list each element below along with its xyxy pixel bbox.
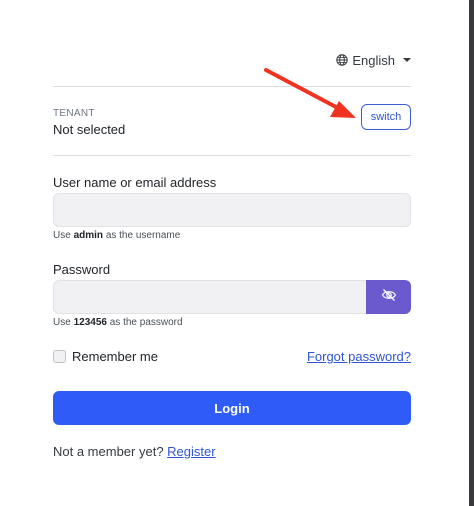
- switch-tenant-button[interactable]: switch: [361, 104, 411, 130]
- globe-icon: [336, 54, 349, 66]
- tenant-value: Not selected: [53, 122, 126, 137]
- remember-me-checkbox[interactable]: [53, 350, 66, 363]
- login-card: English TENANT Not selected switch User …: [53, 0, 411, 506]
- tenant-caption: TENANT: [53, 108, 95, 119]
- register-prompt: Not a member yet? Register: [53, 444, 216, 459]
- register-prompt-text: Not a member yet?: [53, 444, 164, 459]
- divider: [53, 155, 411, 156]
- forgot-password-link[interactable]: Forgot password?: [307, 349, 411, 364]
- language-selector[interactable]: English: [336, 52, 411, 68]
- register-link[interactable]: Register: [167, 444, 215, 459]
- password-hint: Use 123456 as the password: [53, 317, 183, 328]
- password-input[interactable]: [53, 280, 367, 314]
- username-hint: Use admin as the username: [53, 230, 181, 241]
- remember-me[interactable]: Remember me: [53, 349, 158, 364]
- language-label: English: [352, 52, 395, 68]
- remember-me-label: Remember me: [72, 349, 158, 364]
- password-label: Password: [53, 262, 111, 277]
- divider: [53, 86, 411, 87]
- chevron-down-icon: [403, 58, 411, 62]
- toggle-password-visibility-button[interactable]: [366, 280, 411, 314]
- login-button[interactable]: Login: [53, 391, 411, 425]
- username-label: User name or email address: [53, 175, 217, 190]
- eye-off-icon: [381, 288, 397, 307]
- username-input[interactable]: [53, 193, 411, 227]
- window-edge: [469, 0, 474, 506]
